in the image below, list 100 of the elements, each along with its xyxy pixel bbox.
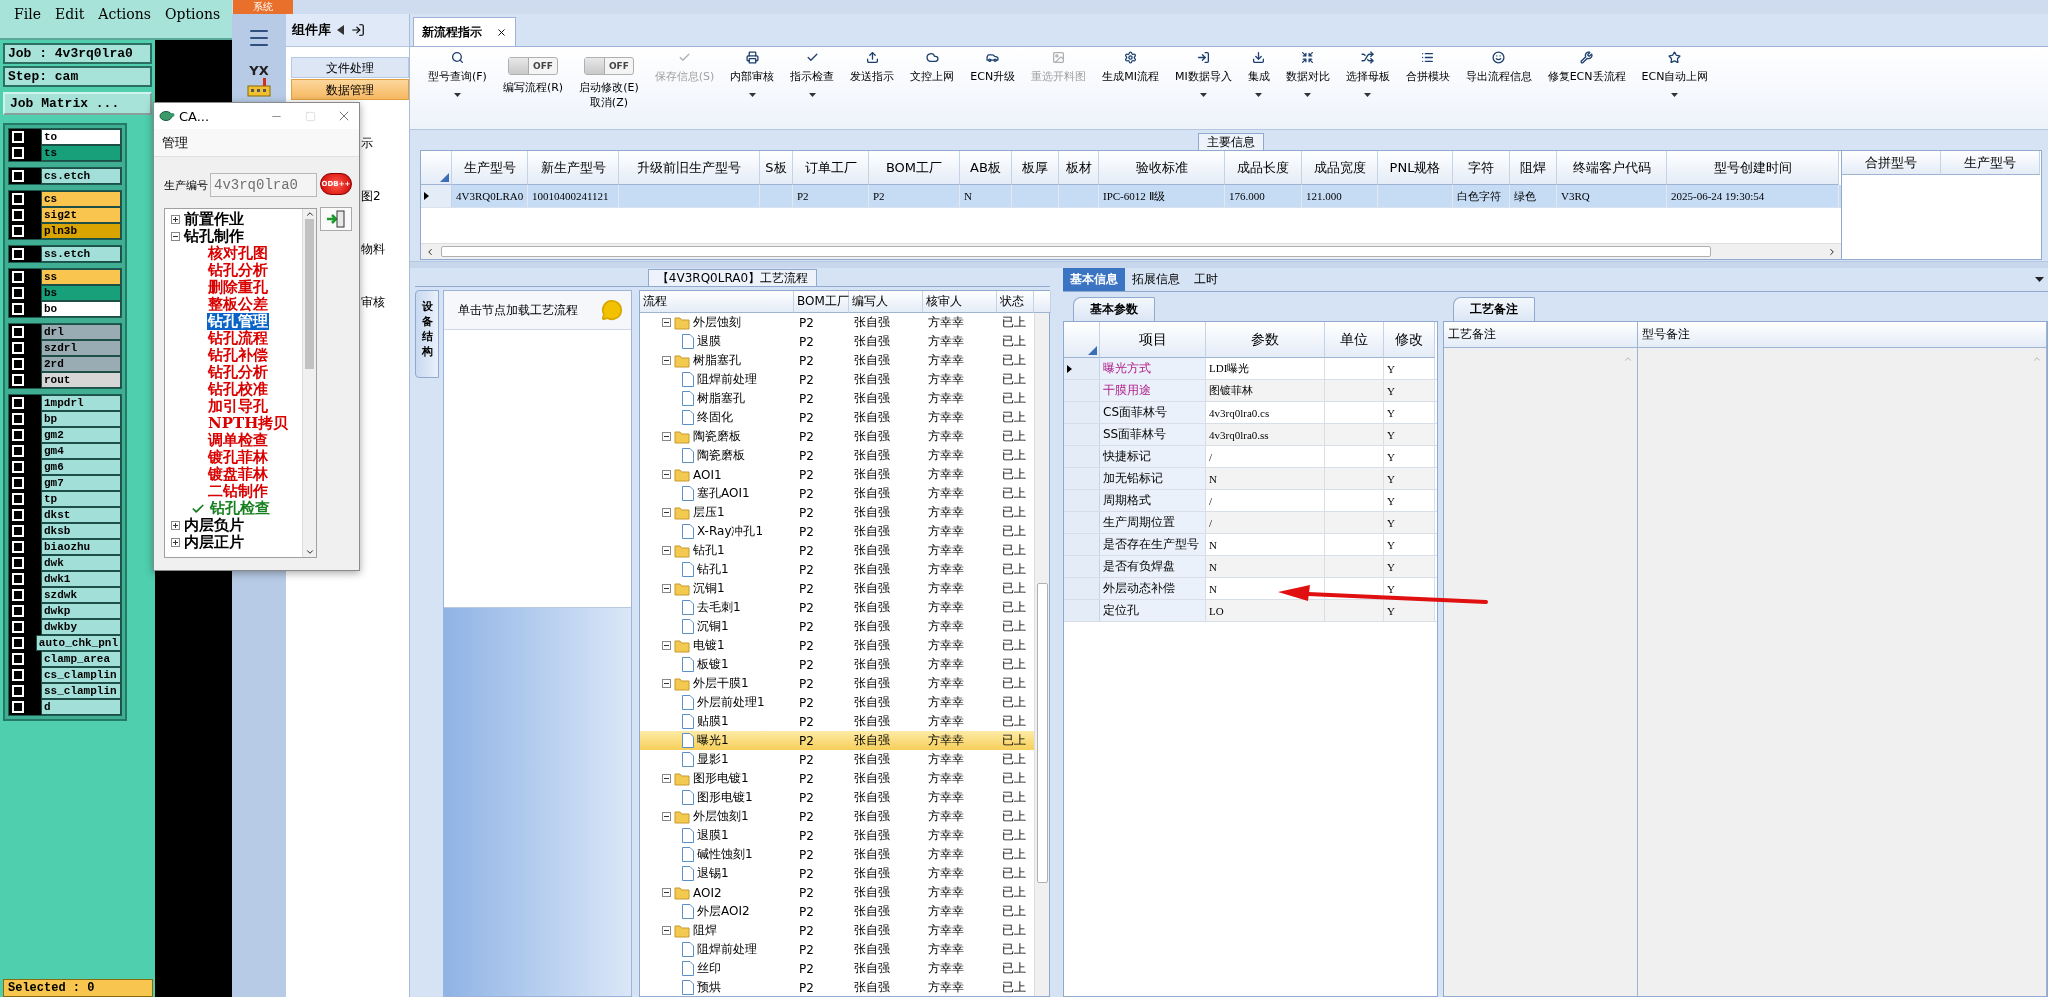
tree-row[interactable]: 图形电镀1 P2 张自强 方幸幸 已上 (640, 769, 1034, 788)
tree-row[interactable]: 陶瓷磨板 P2 张自强 方幸幸 已上 (640, 427, 1034, 446)
collapse-icon[interactable] (662, 679, 671, 688)
scroll-right-icon[interactable] (1827, 246, 1837, 257)
layer-name[interactable]: ss_clamplin (41, 683, 121, 699)
layer-name[interactable]: bo (41, 301, 121, 317)
collapse-icon[interactable] (662, 470, 671, 479)
menu-item[interactable]: Options (164, 6, 221, 26)
layer-name[interactable]: dksb (41, 523, 121, 539)
layer-name[interactable]: bs (41, 285, 121, 301)
panel-item[interactable]: 审核 (361, 294, 409, 314)
tree-row[interactable]: 板镀1 P2 张自强 方幸幸 已上 (640, 655, 1034, 674)
table-row[interactable]: 4V3RQ0LRA0 10010400241121 P2 P2 N IPC-6012 Ⅱ级 176.000 121.000 白色字符 绿色 V3RQ 2025-06-24 19:30:54 (421, 185, 1841, 208)
tree-row[interactable]: AOI1 P2 张自强 方幸幸 已上 (640, 465, 1034, 484)
column-header[interactable]: 工艺备注 (1444, 322, 1638, 348)
toolbar-button[interactable]: 指示检查 (784, 51, 841, 129)
tree-row[interactable]: 去毛刺1 P2 张自强 方幸幸 已上 (640, 598, 1034, 617)
toolbar-button[interactable]: ECN自动上网 (1635, 51, 1715, 129)
tree-row[interactable]: 陶瓷磨板 P2 张自强 方幸幸 已上 (640, 446, 1034, 465)
tree-row[interactable]: 层压1 P2 张自强 方幸幸 已上 (640, 503, 1034, 522)
tree-item[interactable]: NPTH拷贝 (207, 415, 290, 432)
column-header[interactable]: 修改 (1384, 322, 1435, 358)
tree-row[interactable]: 外层AOI2 P2 张自强 方幸幸 已上 (640, 902, 1034, 921)
layer-checkbox[interactable] (9, 191, 41, 207)
tree-item[interactable]: 镀盘菲林 (207, 466, 269, 483)
tree-row[interactable]: 阻焊前处理 P2 张自强 方幸幸 已上 (640, 370, 1034, 389)
horizontal-scrollbar[interactable] (421, 243, 1841, 259)
layer-checkbox[interactable] (9, 301, 41, 317)
toggle-switch[interactable]: OFF (583, 57, 634, 75)
close-icon[interactable] (496, 26, 507, 38)
column-header[interactable]: 生产型号 (452, 151, 528, 185)
login-arrow-icon[interactable] (351, 23, 365, 37)
toolbar-button[interactable]: 数据对比 (1279, 51, 1336, 129)
tree-item[interactable]: 加引导孔 (207, 398, 269, 415)
tree-row[interactable]: 显影1 P2 张自强 方幸幸 已上 (640, 750, 1034, 769)
tree-row[interactable]: 阻焊前处理 P2 张自强 方幸幸 已上 (640, 940, 1034, 959)
column-header[interactable]: 编写人 (849, 291, 923, 313)
toggle-switch[interactable]: OFF (508, 57, 559, 75)
panel-item[interactable]: 图2 (361, 188, 409, 208)
layer-name[interactable]: szdrl (41, 340, 121, 356)
column-header[interactable]: 生产型号 (1941, 151, 2040, 175)
tree-row[interactable]: X-Ray冲孔1 P2 张自强 方幸幸 已上 (640, 522, 1034, 541)
layer-name[interactable]: drl (41, 324, 121, 340)
expand-icon[interactable] (171, 215, 180, 224)
layer-name[interactable]: ss.etch (41, 246, 121, 262)
tree-row[interactable]: 树脂塞孔 P2 张自强 方幸幸 已上 (640, 351, 1034, 370)
layer-checkbox[interactable] (9, 269, 41, 285)
tree-item[interactable]: 内层负片 (184, 517, 244, 534)
layer-checkbox[interactable] (9, 619, 41, 635)
tree-row[interactable]: 丝印 P2 张自强 方幸幸 已上 (640, 959, 1034, 978)
tree-item[interactable]: 钻孔管理 (207, 313, 269, 330)
column-header[interactable]: 字符 (1453, 151, 1510, 185)
toolbar-button[interactable]: 生成MI流程 (1096, 51, 1165, 129)
tab[interactable]: 基本信息 (1063, 268, 1125, 291)
tab[interactable]: 拓展信息 (1125, 268, 1187, 291)
layer-checkbox[interactable] (9, 168, 41, 184)
tree-item[interactable]: 钻孔分析 (207, 364, 269, 381)
scroll-left-icon[interactable] (425, 246, 435, 257)
panel-item[interactable]: 示 (361, 135, 409, 155)
layer-name[interactable]: clamp_area (41, 651, 121, 667)
tree-row[interactable]: AOI2 P2 张自强 方幸幸 已上 (640, 883, 1034, 902)
input-field[interactable]: 4v3rq0lra0 (210, 173, 317, 197)
layer-checkbox[interactable] (9, 699, 41, 715)
toolbar-button[interactable]: 内部审核 (724, 51, 781, 129)
tree-item[interactable]: 钻孔检查 (209, 500, 271, 517)
tree-item[interactable]: 删除重孔 (207, 279, 269, 296)
collapse-icon[interactable] (662, 356, 671, 365)
job-matrix-button[interactable]: Job Matrix ... (3, 92, 152, 115)
toolbar-button[interactable]: OFF 编写流程(R) (496, 51, 570, 129)
tree-row[interactable]: 沉铜1 P2 张自强 方幸幸 已上 (640, 617, 1034, 636)
tree-row[interactable]: 树脂塞孔 P2 张自强 方幸幸 已上 (640, 389, 1034, 408)
tree-row[interactable]: 外层蚀刻1 P2 张自强 方幸幸 已上 (640, 807, 1034, 826)
layer-name[interactable]: 1mpdrl (41, 395, 121, 411)
collapse-icon[interactable] (662, 641, 671, 650)
menu-item[interactable]: Edit (54, 6, 85, 26)
tab[interactable]: 工时 (1187, 268, 1225, 291)
layer-checkbox[interactable] (9, 395, 41, 411)
collapse-icon[interactable] (662, 774, 671, 783)
column-header[interactable]: 成品长度 (1225, 151, 1302, 185)
collapse-icon[interactable] (171, 232, 180, 241)
collapse-icon[interactable] (662, 508, 671, 517)
toolbar-button[interactable]: MI数据导入 (1168, 51, 1238, 129)
toolbar-button[interactable]: 发送指示 (844, 51, 901, 129)
toolbar-button[interactable]: OFF 启动修改(E) 取消(Z) (573, 51, 645, 129)
collapse-arrow-icon[interactable] (337, 25, 345, 35)
tree-row[interactable]: 图形电镀1 P2 张自强 方幸幸 已上 (640, 788, 1034, 807)
row-header[interactable] (1064, 358, 1100, 379)
expand-icon[interactable] (171, 538, 180, 547)
menu-item[interactable]: 管理 (162, 133, 188, 152)
document-tab[interactable]: 新流程指示 (413, 17, 516, 46)
scroll-up-icon[interactable] (304, 209, 315, 219)
column-header[interactable]: 阻焊 (1510, 151, 1557, 185)
column-header[interactable]: 核审人 (923, 291, 997, 313)
layer-checkbox[interactable] (9, 324, 41, 340)
column-header[interactable]: 项目 (1100, 322, 1206, 358)
layer-name[interactable]: cs (41, 191, 121, 207)
tree-row[interactable]: 沉铜1 P2 张自强 方幸幸 已上 (640, 579, 1034, 598)
column-header[interactable]: 升级前旧生产型号 (619, 151, 760, 185)
layer-name[interactable]: biaozhu (41, 539, 121, 555)
layer-name[interactable]: sig2t (41, 207, 121, 223)
